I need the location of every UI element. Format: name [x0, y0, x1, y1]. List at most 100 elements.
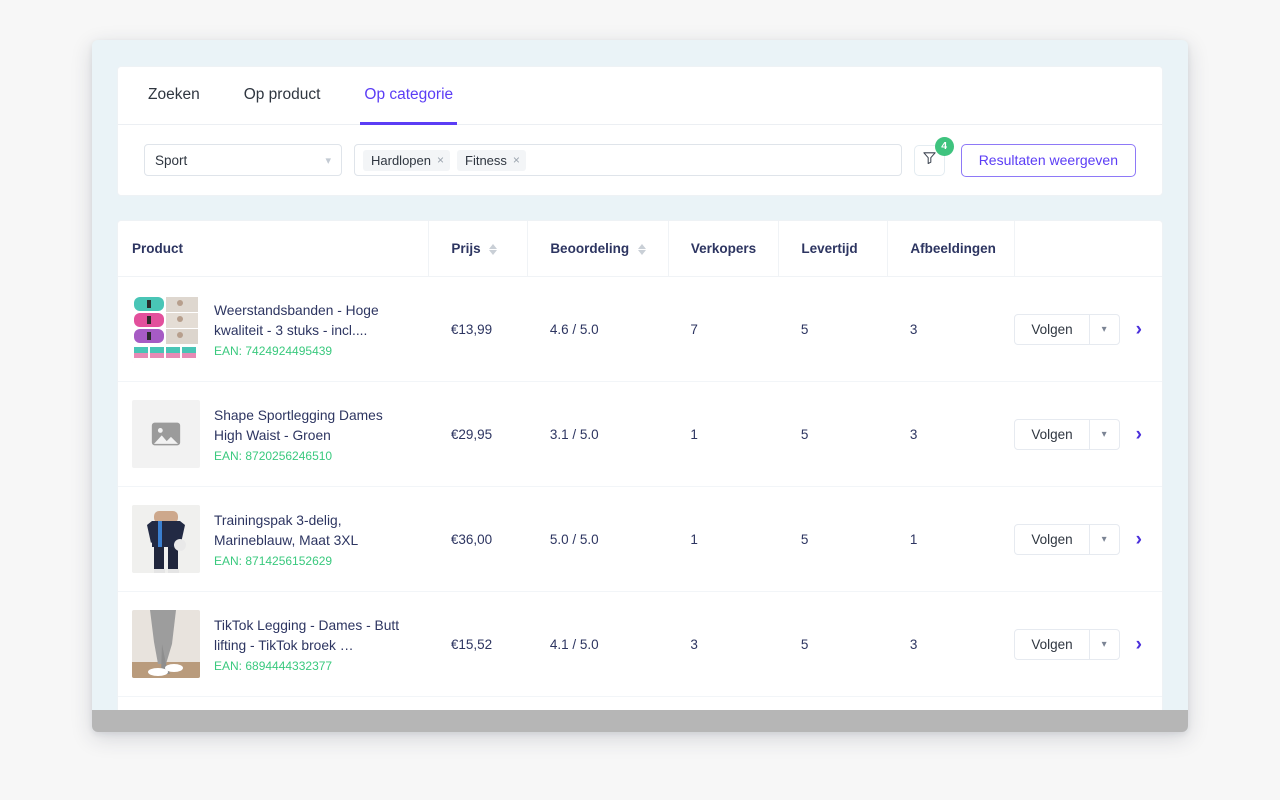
- viewport-bottom-edge: [92, 710, 1188, 732]
- follow-button-group[interactable]: Volgen ▾: [1014, 628, 1120, 660]
- product-rating: 4.6 / 5.0: [527, 276, 669, 382]
- column-label: Prijs: [451, 241, 481, 256]
- product-rating: 4.1 / 5.0: [527, 591, 669, 697]
- tracksuit-photo-icon: [132, 505, 200, 573]
- results-table: Product Prijs Beoordeling Verkopers Leve…: [118, 221, 1162, 732]
- chevron-right-icon[interactable]: ›: [1136, 530, 1142, 549]
- column-header-beoordeling[interactable]: Beoordeling: [527, 221, 669, 277]
- category-select-value: Sport: [155, 152, 188, 168]
- tab-label: Zoeken: [148, 86, 200, 103]
- product-images: 3: [887, 276, 1015, 382]
- follow-button-group[interactable]: Volgen ▾: [1014, 313, 1120, 345]
- filter-card: Zoeken Op product Op categorie Sport ▾ H…: [117, 66, 1163, 196]
- product-title[interactable]: Weerstandsbanden - Hoge kwaliteit - 3 st…: [214, 301, 409, 341]
- show-results-label: Resultaten weergeven: [978, 152, 1118, 168]
- tab-label: Op categorie: [364, 86, 454, 103]
- table-row[interactable]: Trainingspak 3-delig, Marineblauw, Maat …: [118, 486, 1162, 592]
- product-rating: 5.0 / 5.0: [527, 486, 669, 592]
- image-placeholder-icon: [151, 422, 181, 446]
- show-results-button[interactable]: Resultaten weergeven: [960, 143, 1136, 177]
- chevron-down-icon[interactable]: ▾: [1088, 419, 1119, 449]
- tag-label: Fitness: [465, 152, 507, 168]
- sort-icon[interactable]: [637, 243, 646, 255]
- close-icon[interactable]: ×: [513, 154, 520, 166]
- chevron-down-icon[interactable]: ▾: [1088, 314, 1119, 344]
- chevron-down-icon: ▾: [325, 154, 331, 167]
- results-table-card: Product Prijs Beoordeling Verkopers Leve…: [117, 220, 1163, 732]
- product-images: 3: [887, 381, 1015, 487]
- app-container: Zoeken Op product Op categorie Sport ▾ H…: [92, 40, 1188, 732]
- product-thumbnail: [132, 610, 200, 678]
- column-label: Beoordeling: [550, 241, 630, 256]
- table-row[interactable]: Shape Sportlegging Dames High Waist - Gr…: [118, 381, 1162, 487]
- product-title[interactable]: Shape Sportlegging Dames High Waist - Gr…: [214, 406, 409, 446]
- product-thumbnail: [132, 505, 200, 573]
- category-select[interactable]: Sport ▾: [144, 144, 342, 176]
- column-label: Afbeeldingen: [910, 241, 996, 256]
- chevron-right-icon[interactable]: ›: [1136, 320, 1142, 339]
- chevron-down-icon[interactable]: ▾: [1088, 629, 1119, 659]
- product-cell: TikTok Legging - Dames - Butt lifting - …: [118, 591, 429, 697]
- chevron-right-icon[interactable]: ›: [1136, 635, 1142, 654]
- tag-fitness[interactable]: Fitness ×: [457, 149, 526, 171]
- sort-icon[interactable]: [489, 243, 498, 255]
- product-images: 1: [887, 486, 1015, 592]
- close-icon[interactable]: ×: [437, 154, 444, 166]
- filter-row: Sport ▾ Hardlopen × Fitness × 4 Resultat…: [118, 125, 1162, 195]
- product-thumbnail: [132, 295, 200, 363]
- product-sellers: 7: [668, 276, 779, 382]
- row-actions: Volgen ▾ ›: [1014, 486, 1162, 592]
- table-row[interactable]: Weerstandsbanden - Hoge kwaliteit - 3 st…: [118, 276, 1162, 382]
- column-label: Levertijd: [801, 241, 858, 256]
- column-header-levertijd: Levertijd: [778, 221, 888, 277]
- product-delivery: 5: [778, 591, 888, 697]
- row-actions: Volgen ▾ ›: [1014, 276, 1162, 382]
- legging-photo-icon: [132, 610, 200, 678]
- table-body: Weerstandsbanden - Hoge kwaliteit - 3 st…: [118, 276, 1162, 732]
- filter-button[interactable]: 4: [913, 136, 954, 176]
- chevron-right-icon[interactable]: ›: [1136, 425, 1142, 444]
- tag-hardlopen[interactable]: Hardlopen ×: [363, 149, 451, 171]
- product-price: €13,99: [428, 276, 528, 382]
- product-delivery: 5: [778, 381, 888, 487]
- product-delivery: 5: [778, 486, 888, 592]
- follow-button[interactable]: Volgen: [1015, 420, 1088, 449]
- column-label: Verkopers: [690, 241, 757, 256]
- tab-op-product[interactable]: Op product: [240, 68, 325, 125]
- row-actions: Volgen ▾ ›: [1014, 591, 1162, 697]
- product-cell: Weerstandsbanden - Hoge kwaliteit - 3 st…: [118, 276, 429, 382]
- row-actions: Volgen ▾ ›: [1014, 381, 1162, 487]
- column-header-afbeeldingen: Afbeeldingen: [887, 221, 1015, 277]
- product-sellers: 1: [668, 486, 779, 592]
- product-rating: 3.1 / 5.0: [527, 381, 669, 487]
- column-header-product: Product: [118, 221, 429, 277]
- column-header-actions: [1013, 221, 1162, 277]
- product-sellers: 1: [668, 381, 779, 487]
- follow-button[interactable]: Volgen: [1015, 630, 1088, 659]
- product-delivery: 5: [778, 276, 888, 382]
- product-sellers: 3: [668, 591, 779, 697]
- subcategory-tag-input[interactable]: Hardlopen × Fitness ×: [354, 144, 902, 176]
- chevron-down-icon[interactable]: ▾: [1088, 524, 1119, 554]
- table-header-row: Product Prijs Beoordeling Verkopers Leve…: [118, 221, 1162, 277]
- product-title[interactable]: Trainingspak 3-delig, Marineblauw, Maat …: [214, 511, 409, 551]
- follow-button-group[interactable]: Volgen ▾: [1014, 418, 1120, 450]
- follow-button-group[interactable]: Volgen ▾: [1014, 523, 1120, 555]
- follow-button[interactable]: Volgen: [1015, 315, 1088, 344]
- tab-bar: Zoeken Op product Op categorie: [118, 67, 1162, 125]
- column-header-prijs[interactable]: Prijs: [428, 221, 528, 277]
- table-row[interactable]: TikTok Legging - Dames - Butt lifting - …: [118, 591, 1162, 697]
- product-title[interactable]: TikTok Legging - Dames - Butt lifting - …: [214, 616, 409, 656]
- product-price: €36,00: [428, 486, 528, 592]
- product-ean: EAN: 8714256152629: [214, 553, 333, 568]
- funnel-icon: [922, 150, 937, 170]
- product-ean: EAN: 6894444332377: [214, 658, 333, 673]
- tab-op-categorie[interactable]: Op categorie: [360, 68, 458, 125]
- tag-label: Hardlopen: [371, 152, 431, 168]
- product-ean: EAN: 7424924495439: [214, 343, 333, 358]
- product-price: €29,95: [428, 381, 528, 487]
- product-cell: Trainingspak 3-delig, Marineblauw, Maat …: [118, 486, 429, 592]
- follow-button[interactable]: Volgen: [1015, 525, 1088, 554]
- resistance-bands-collage-icon: [132, 295, 200, 363]
- tab-zoeken[interactable]: Zoeken: [144, 68, 204, 125]
